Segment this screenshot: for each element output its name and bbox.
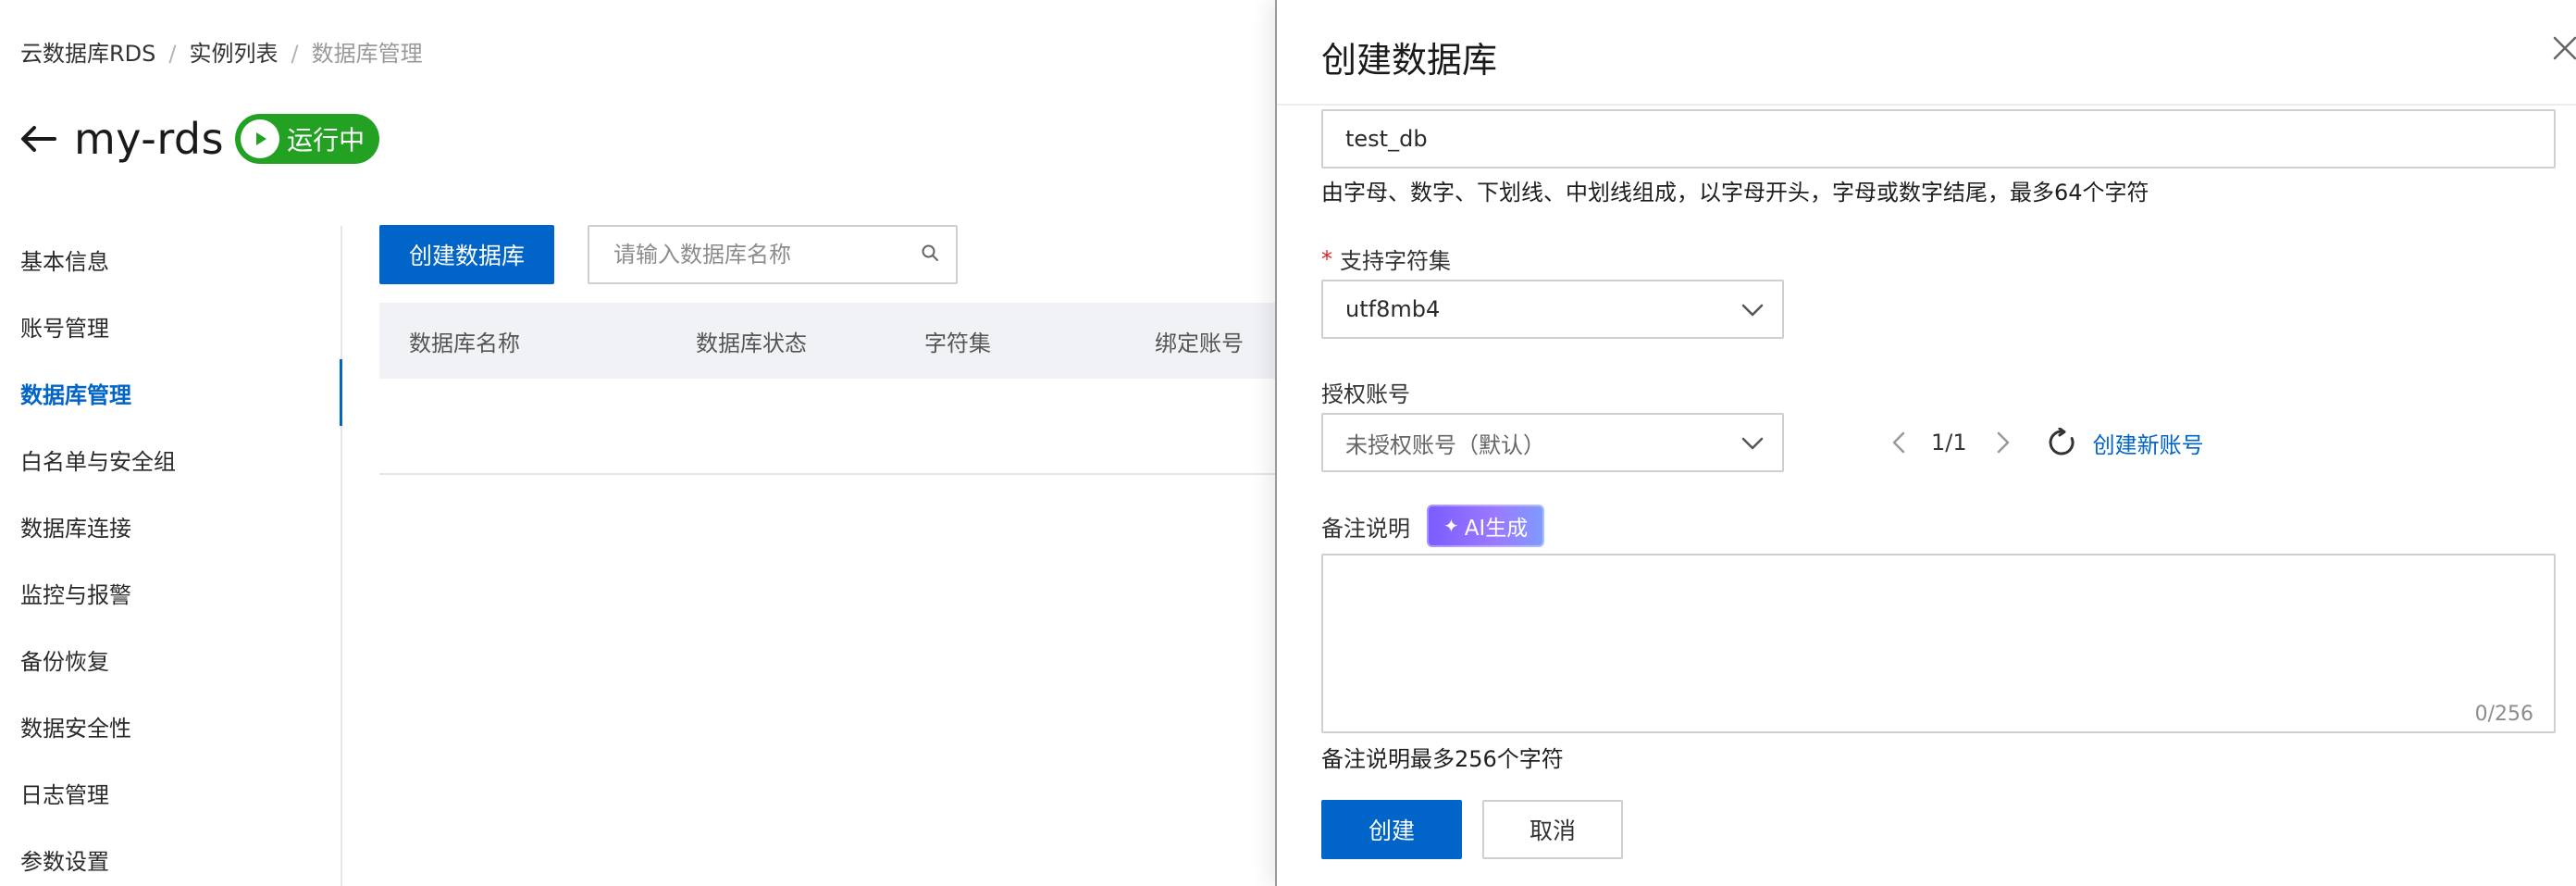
sidebar-item-connection[interactable]: 数据库连接: [0, 493, 341, 559]
account-label: 授权账号: [1321, 376, 1410, 408]
required-mark: *: [1321, 245, 1332, 272]
create-database-drawer: 创建数据库 test_db 由字母、数字、下划线、中划线组成，以字母开头，字母或…: [1275, 0, 2576, 886]
account-label-text: 授权账号: [1321, 381, 1410, 407]
chevron-down-icon: [1741, 296, 1764, 322]
sparkle-icon: ✦: [1443, 515, 1459, 537]
ai-generate-button[interactable]: ✦ AI生成: [1427, 505, 1545, 547]
sidebar-item-label: 监控与报警: [20, 581, 131, 608]
breadcrumb: 云数据库RDS / 实例列表 / 数据库管理: [20, 35, 423, 68]
breadcrumb-separator: /: [291, 41, 299, 67]
char-counter: 0/256: [2474, 703, 2533, 726]
sidebar-item-whitelist[interactable]: 白名单与安全组: [0, 426, 341, 493]
table-header: 数据库名称 数据库状态 字符集 绑定账号: [379, 303, 1277, 379]
sidebar-item-logs[interactable]: 日志管理: [0, 759, 341, 826]
sidebar-item-backup[interactable]: 备份恢复: [0, 626, 341, 693]
account-select[interactable]: 未授权账号（默认）: [1321, 413, 1784, 472]
account-pager: 1/1 创建新账号: [1883, 424, 2204, 461]
drawer-title: 创建数据库: [1321, 40, 1498, 81]
column-header-db-status: 数据库状态: [696, 330, 807, 356]
db-name-input[interactable]: test_db: [1321, 109, 2556, 168]
sidebar-item-label: 白名单与安全组: [20, 448, 176, 475]
chevron-left-icon[interactable]: [1883, 424, 1914, 461]
sidebar-item-label: 数据库管理: [20, 381, 131, 408]
breadcrumb-separator: /: [168, 41, 177, 67]
chevron-right-icon[interactable]: [1988, 424, 2019, 461]
search-input[interactable]: [613, 242, 922, 268]
rds-page: 云数据库RDS / 实例列表 / 数据库管理 my-rds 运行中 基本信息 账号管理 …: [0, 0, 1277, 886]
sidebar-item-basic-info[interactable]: 基本信息: [0, 226, 341, 293]
column-header-charset: 字符集: [924, 330, 991, 356]
breadcrumb-item-instances[interactable]: 实例列表: [189, 41, 278, 67]
table-body: [379, 379, 1277, 475]
breadcrumb-item-current: 数据库管理: [311, 41, 423, 67]
back-arrow-icon[interactable]: [17, 120, 59, 157]
chevron-down-icon: [1741, 430, 1764, 455]
cancel-button[interactable]: 取消: [1482, 800, 1623, 859]
sidebar-item-parameters[interactable]: 参数设置: [0, 826, 341, 886]
ai-generate-label: AI生成: [1464, 517, 1529, 541]
submit-create-button[interactable]: 创建: [1321, 800, 1462, 859]
drawer-header: 创建数据库: [1277, 0, 2576, 106]
sidebar-item-databases[interactable]: 数据库管理: [0, 359, 342, 426]
sidebar-item-label: 参数设置: [20, 848, 109, 875]
sidebar-item-data-security[interactable]: 数据安全性: [0, 693, 341, 759]
create-database-button[interactable]: 创建数据库: [379, 225, 555, 284]
sidebar-item-accounts[interactable]: 账号管理: [0, 293, 341, 359]
sidebar-item-label: 数据库连接: [20, 515, 131, 542]
create-account-link[interactable]: 创建新账号: [2093, 427, 2204, 459]
close-icon[interactable]: [2552, 35, 2576, 69]
charset-label: * 支持字符集: [1321, 243, 1451, 275]
db-name-value: test_db: [1345, 126, 1428, 152]
column-header-bound-account: 绑定账号: [1155, 330, 1244, 356]
remark-textarea[interactable]: 0/256: [1321, 554, 2556, 733]
sidebar-item-label: 数据安全性: [20, 715, 131, 742]
db-name-help: 由字母、数字、下划线、中划线组成，以字母开头，字母或数字结尾，最多64个字符: [1321, 180, 2149, 206]
sidebar-nav: 基本信息 账号管理 数据库管理 白名单与安全组 数据库连接 监控与报警 备份恢复…: [0, 226, 342, 886]
instance-name: my-rds: [74, 114, 225, 164]
search-box: [588, 225, 959, 284]
toolbar: 创建数据库: [379, 225, 1277, 284]
sidebar-item-label: 账号管理: [20, 315, 109, 342]
account-value: 未授权账号（默认）: [1345, 431, 1545, 458]
column-header-db-name: 数据库名称: [409, 330, 520, 356]
play-icon: [241, 119, 280, 158]
sidebar-item-label: 备份恢复: [20, 648, 109, 675]
remark-label-text: 备注说明: [1321, 515, 1410, 542]
page-title-row: my-rds 运行中: [17, 109, 380, 168]
remark-help: 备注说明最多256个字符: [1321, 746, 1564, 772]
sidebar-item-label: 日志管理: [20, 781, 109, 808]
charset-label-text: 支持字符集: [1340, 248, 1451, 274]
refresh-icon[interactable]: [2043, 424, 2080, 461]
sidebar-item-label: 基本信息: [20, 248, 109, 275]
status-text: 运行中: [287, 125, 365, 156]
search-icon[interactable]: [921, 243, 939, 266]
database-list-panel: 创建数据库 数据库名称 数据库状态 字符集 绑定账号: [379, 225, 1277, 475]
status-badge: 运行中: [235, 114, 380, 164]
charset-select[interactable]: utf8mb4: [1321, 280, 1784, 339]
charset-value: utf8mb4: [1345, 296, 1441, 322]
page-indicator: 1/1: [1931, 430, 1967, 455]
remark-label: 备注说明 ✦ AI生成: [1321, 504, 1545, 548]
breadcrumb-item-rds[interactable]: 云数据库RDS: [20, 41, 155, 67]
sidebar-item-monitoring[interactable]: 监控与报警: [0, 559, 341, 626]
